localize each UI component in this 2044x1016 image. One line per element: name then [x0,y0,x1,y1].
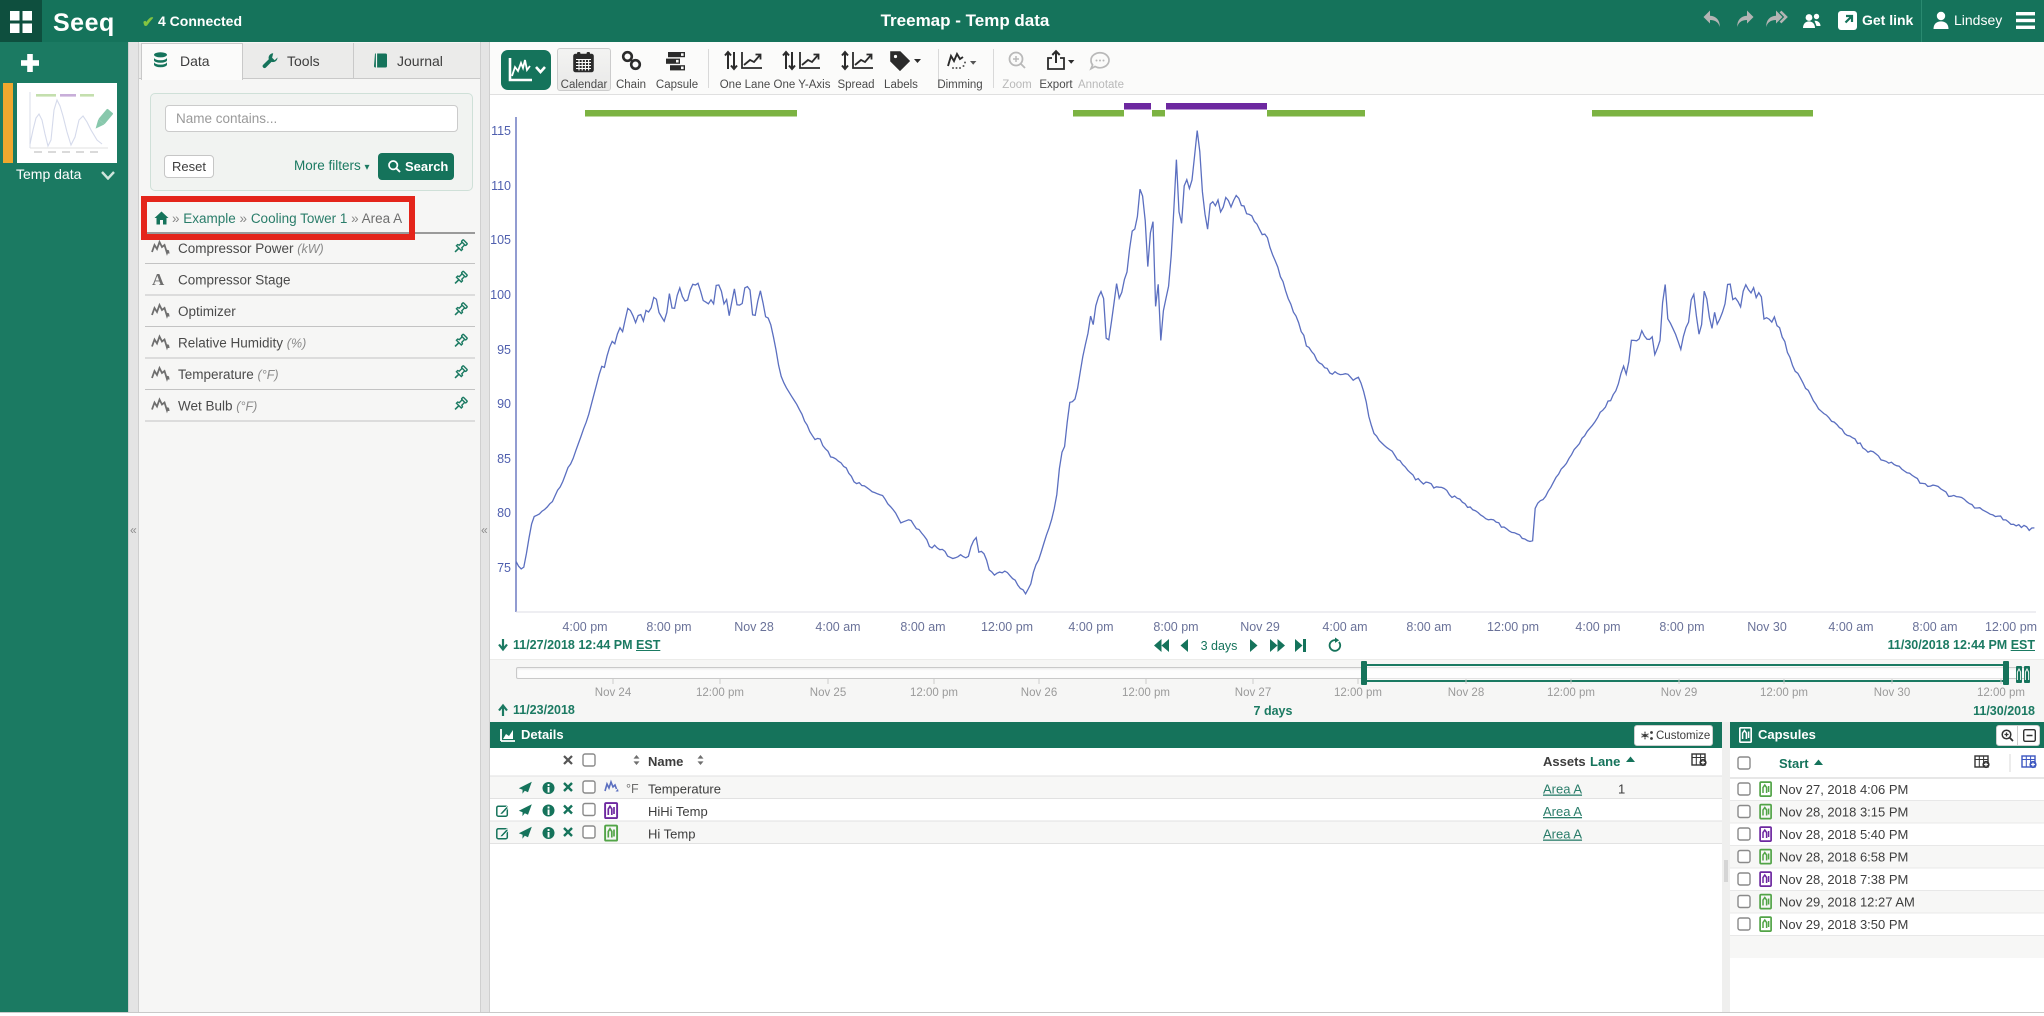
svg-text:Wet Bulb (°F): Wet Bulb (°F) [178,399,257,414]
svg-text:8:00 am: 8:00 am [1406,620,1451,634]
svg-text:4:00 am: 4:00 am [815,620,860,634]
svg-text:Nov 29, 2018 12:27 AM: Nov 29, 2018 12:27 AM [1779,895,1915,910]
svg-text:Name: Name [648,754,683,769]
svg-text:12:00 pm: 12:00 pm [696,687,744,699]
svg-text:Area A: Area A [1543,782,1582,797]
svg-text:12:00 pm: 12:00 pm [981,620,1033,634]
svg-text:Annotate: Annotate [1078,79,1124,91]
svg-text:Nov 27, 2018 4:06 PM: Nov 27, 2018 4:06 PM [1779,782,1908,797]
svg-text:Compressor Stage: Compressor Stage [178,273,291,288]
svg-text:Nov 26: Nov 26 [1021,687,1057,699]
svg-text:75: 75 [497,561,511,575]
svg-text:Capsule: Capsule [656,79,698,91]
svg-text:12:00 pm: 12:00 pm [1334,687,1382,699]
svg-text:Nov 29: Nov 29 [1661,687,1697,699]
svg-text:Nov 25: Nov 25 [810,687,846,699]
svg-text:1: 1 [1618,782,1625,797]
svg-text:Calendar: Calendar [561,79,608,91]
svg-text:110: 110 [491,179,511,193]
svg-text:Nov 30: Nov 30 [1747,620,1787,634]
svg-text:HiHi Temp: HiHi Temp [648,804,708,819]
svg-text:Nov 28, 2018 6:58 PM: Nov 28, 2018 6:58 PM [1779,850,1908,865]
svg-text:12:00 pm: 12:00 pm [1487,620,1539,634]
svg-text:8:00 am: 8:00 am [900,620,945,634]
svg-text:8:00 am: 8:00 am [1912,620,1957,634]
svg-text:8:00 pm: 8:00 pm [646,620,691,634]
svg-text:Lane: Lane [1590,754,1620,769]
svg-text:Nov 28, 2018 3:15 PM: Nov 28, 2018 3:15 PM [1779,805,1908,820]
svg-text:4:00 am: 4:00 am [1322,620,1367,634]
svg-text:Nov 28, 2018 7:38 PM: Nov 28, 2018 7:38 PM [1779,872,1908,887]
svg-text:Nov 24: Nov 24 [595,687,632,699]
svg-text:8:00 pm: 8:00 pm [1153,620,1198,634]
svg-text:4:00 pm: 4:00 pm [1068,620,1113,634]
svg-text:4:00 pm: 4:00 pm [562,620,607,634]
svg-text:Compressor Power (kW): Compressor Power (kW) [178,241,324,256]
svg-text:Start: Start [1779,756,1809,771]
svg-text:12:00 pm: 12:00 pm [1985,620,2037,634]
svg-text:4:00 am: 4:00 am [1828,620,1873,634]
svg-text:°F: °F [626,782,639,796]
svg-text:Spread: Spread [837,79,874,91]
svg-text:A: A [152,270,165,289]
svg-text:80: 80 [497,506,511,520]
svg-text:12:00 pm: 12:00 pm [1122,687,1170,699]
svg-text:Labels: Labels [884,79,918,91]
svg-text:8:00 pm: 8:00 pm [1659,620,1704,634]
svg-text:One Lane: One Lane [720,79,771,91]
svg-text:Hi Temp: Hi Temp [648,827,695,842]
svg-text:Nov 28, 2018 5:40 PM: Nov 28, 2018 5:40 PM [1779,827,1908,842]
svg-text:Optimizer: Optimizer [178,304,236,319]
svg-text:12:00 pm: 12:00 pm [1977,687,2025,699]
svg-text:Temperature (°F): Temperature (°F) [178,367,279,382]
svg-text:Temperature: Temperature [648,782,721,797]
svg-text:Area A: Area A [1543,827,1582,842]
svg-text:Nov 29, 2018 3:50 PM: Nov 29, 2018 3:50 PM [1779,917,1908,932]
svg-text:Dimming: Dimming [937,79,982,91]
svg-text:Export: Export [1039,79,1073,91]
svg-text:Relative Humidity (%): Relative Humidity (%) [178,336,306,351]
svg-text:12:00 pm: 12:00 pm [1760,687,1808,699]
svg-text:Assets: Assets [1543,754,1586,769]
svg-text:Nov 28: Nov 28 [1448,687,1484,699]
svg-text:12:00 pm: 12:00 pm [910,687,958,699]
svg-text:12:00 pm: 12:00 pm [1547,687,1595,699]
svg-text:85: 85 [497,452,511,466]
svg-text:Nov 29: Nov 29 [1240,620,1280,634]
svg-text:Nov 28: Nov 28 [734,620,774,634]
svg-text:95: 95 [497,343,511,357]
svg-text:Nov 27: Nov 27 [1235,687,1271,699]
svg-text:Area A: Area A [1543,804,1582,819]
svg-text:4:00 pm: 4:00 pm [1575,620,1620,634]
svg-text:One Y-Axis: One Y-Axis [774,79,831,91]
svg-text:105: 105 [490,233,511,247]
svg-text:Nov 30: Nov 30 [1874,687,1910,699]
svg-text:3 days: 3 days [1201,639,1238,653]
svg-text:115: 115 [491,124,511,138]
svg-text:Chain: Chain [616,79,646,91]
svg-text:90: 90 [497,397,511,411]
svg-text:100: 100 [490,288,511,302]
svg-text:Zoom: Zoom [1002,79,1031,91]
